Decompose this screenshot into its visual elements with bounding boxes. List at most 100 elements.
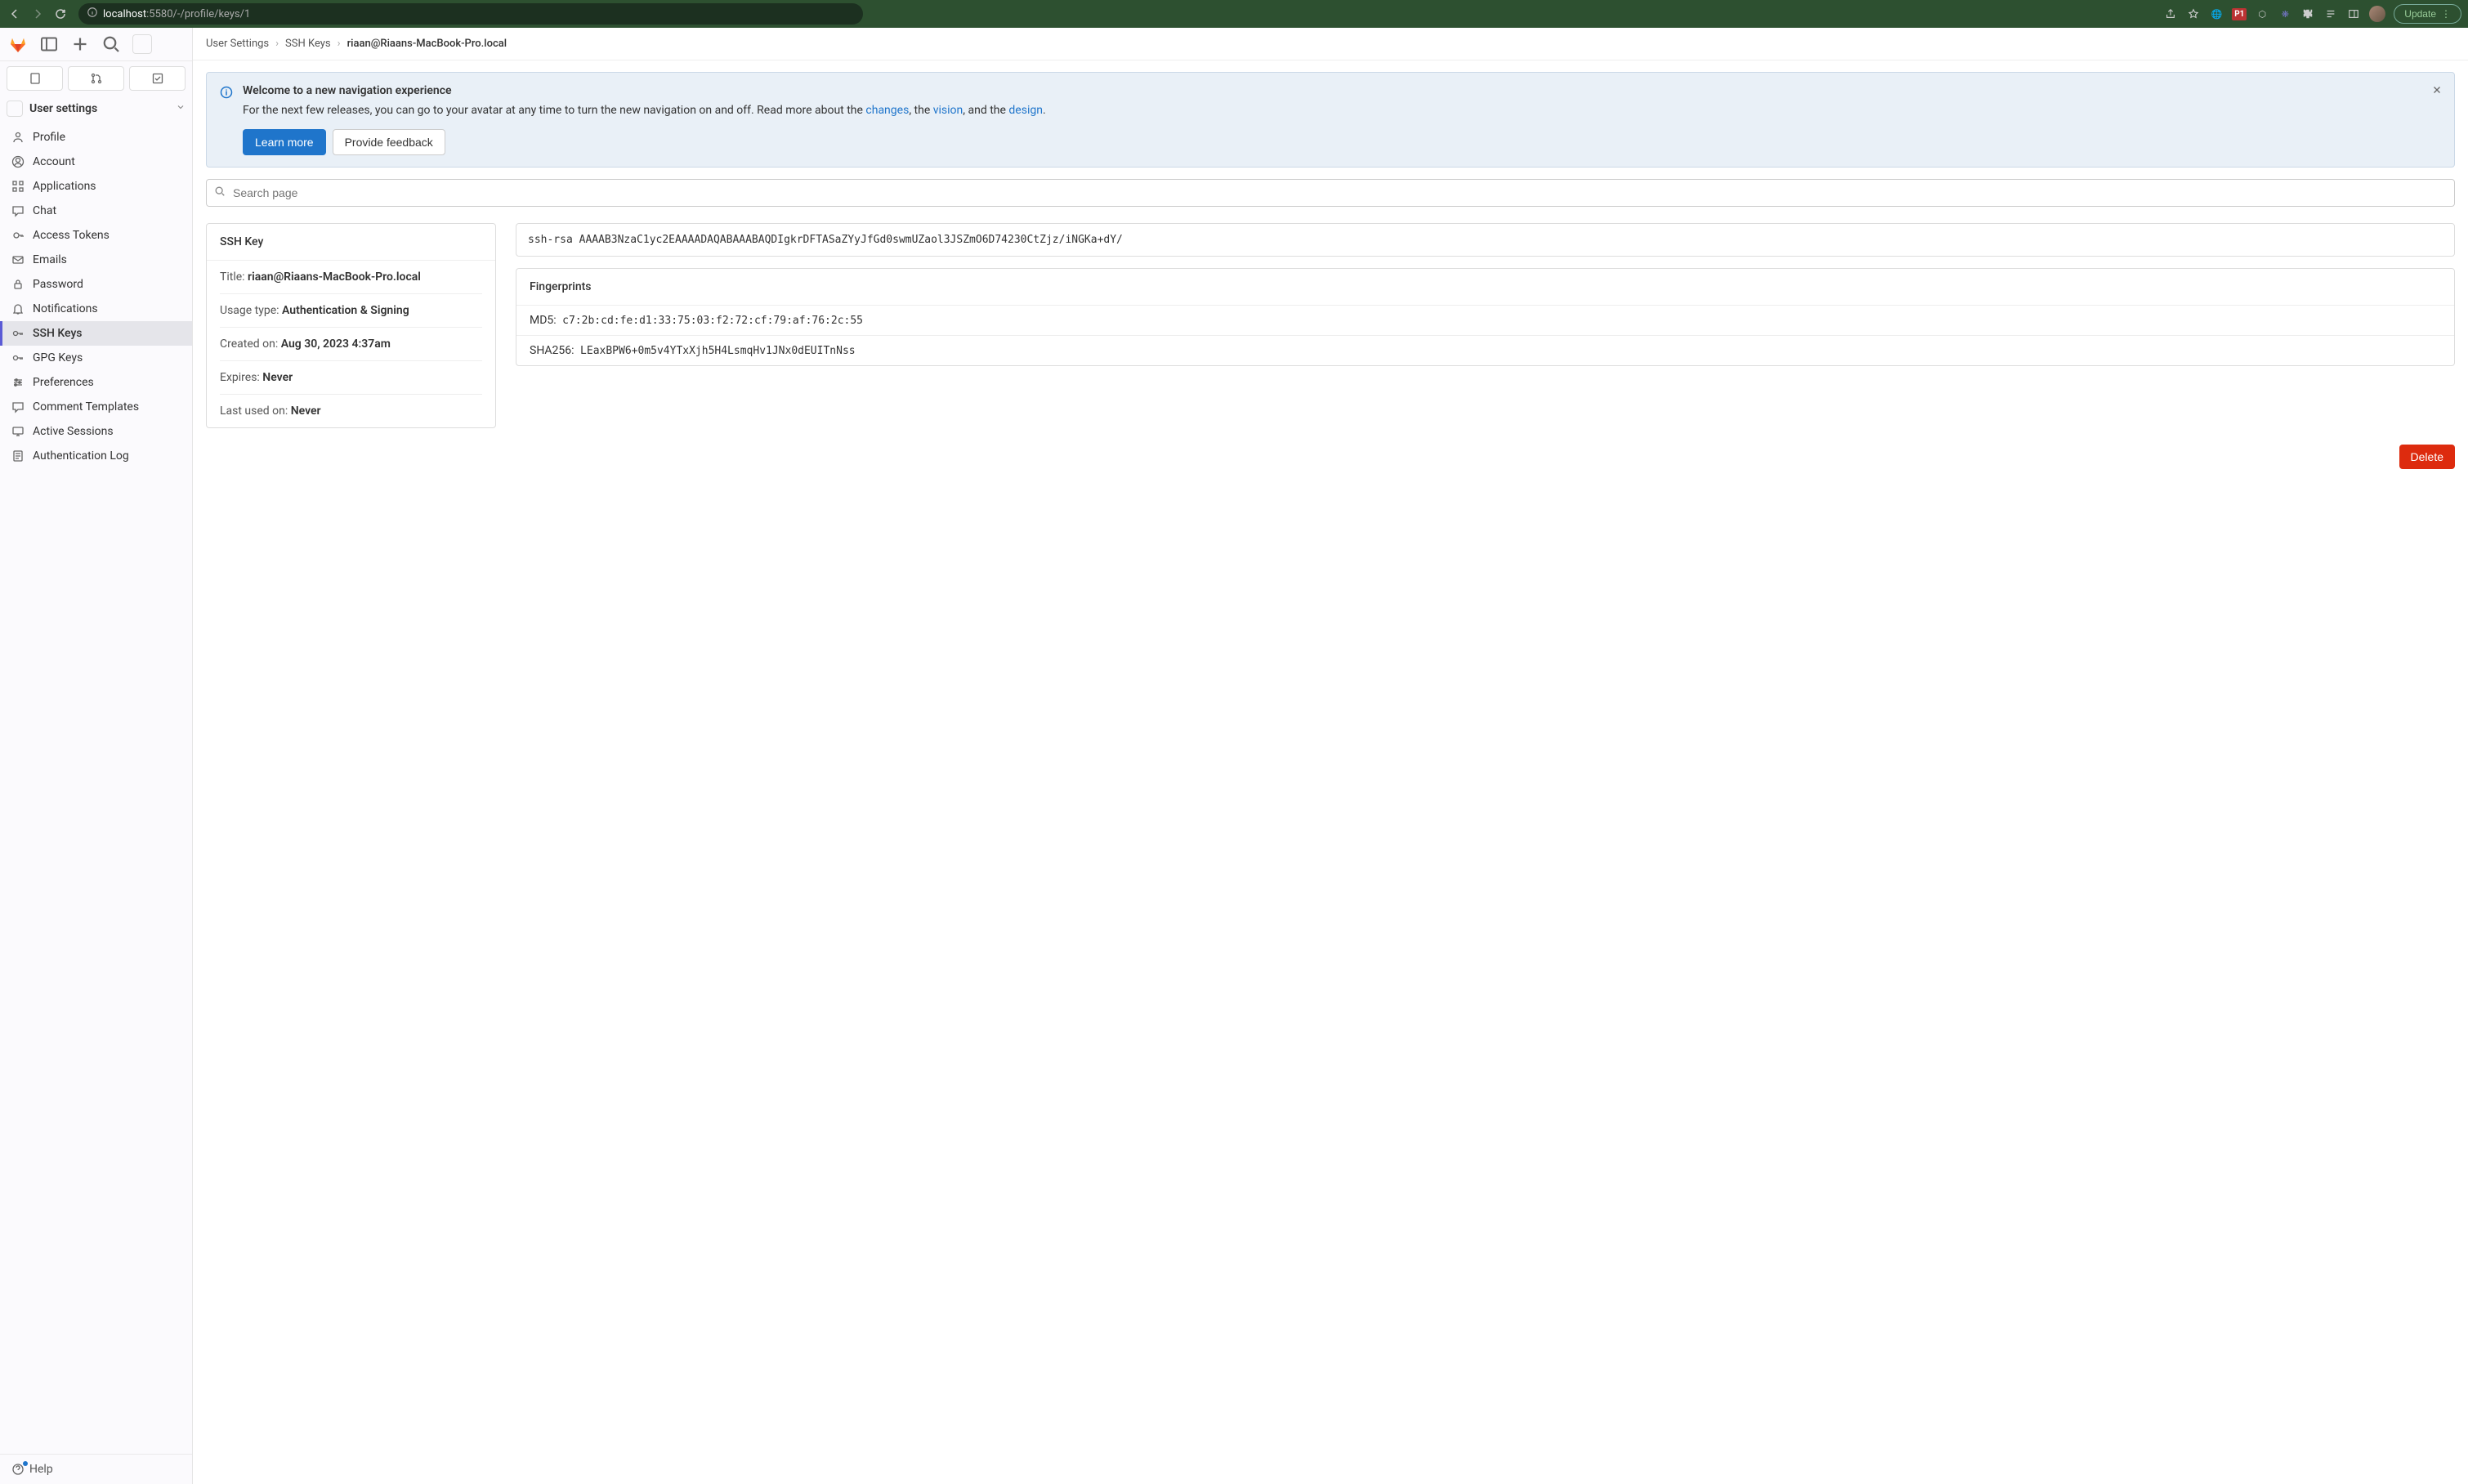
- link-changes[interactable]: changes: [865, 104, 909, 117]
- breadcrumb: User Settings › SSH Keys › riaan@Riaans-…: [193, 28, 2468, 60]
- sidebar-item-label: SSH Keys: [33, 327, 83, 340]
- sidebar-item-label: Emails: [33, 253, 67, 266]
- user-avatar[interactable]: [132, 34, 152, 54]
- sidebar-item-applications[interactable]: Applications: [0, 174, 192, 199]
- info-banner: Welcome to a new navigation experience F…: [206, 72, 2455, 168]
- sidebar-item-label: Account: [33, 155, 75, 168]
- info-icon: [87, 7, 98, 21]
- extension-icon[interactable]: 🌐: [2209, 7, 2224, 21]
- help-label: Help: [29, 1463, 53, 1476]
- close-banner-button[interactable]: [2431, 84, 2443, 99]
- help-icon: [11, 1463, 25, 1476]
- sidebar-item-account[interactable]: Account: [0, 150, 192, 174]
- search-icon[interactable]: [101, 34, 121, 54]
- sidebar-item-label: Password: [33, 278, 83, 291]
- applications-icon: [11, 180, 25, 193]
- url-bar[interactable]: localhost:5580/-/profile/keys/1: [78, 3, 863, 25]
- help-link[interactable]: Help: [0, 1454, 192, 1484]
- extension-icon[interactable]: ⬡: [2255, 7, 2269, 21]
- sidebar-item-chat[interactable]: Chat: [0, 199, 192, 223]
- banner-title: Welcome to a new navigation experience: [243, 84, 2441, 97]
- breadcrumb-current: riaan@Riaans-MacBook-Pro.local: [347, 38, 507, 50]
- url-text: localhost:5580/-/profile/keys/1: [103, 8, 250, 20]
- sidebar-item-emails[interactable]: Emails: [0, 248, 192, 272]
- sidebar-section-header[interactable]: User settings: [0, 96, 192, 122]
- todos-shortcut[interactable]: [129, 66, 186, 91]
- breadcrumb-item[interactable]: SSH Keys: [285, 38, 331, 50]
- sidebar-item-ssh[interactable]: SSH Keys: [0, 321, 192, 346]
- back-button[interactable]: [7, 6, 23, 22]
- detail-expires: Expires: Never: [220, 361, 482, 395]
- extensions-puzzle-icon[interactable]: [2300, 7, 2315, 21]
- chat-icon: [11, 204, 25, 217]
- bookmark-star-icon[interactable]: [2186, 7, 2201, 21]
- profile-avatar[interactable]: [2369, 6, 2385, 22]
- link-vision[interactable]: vision: [933, 104, 964, 117]
- gpg-icon: [11, 351, 25, 364]
- delete-button[interactable]: Delete: [2399, 445, 2455, 469]
- detail-title: Title: riaan@Riaans-MacBook-Pro.local: [220, 261, 482, 294]
- sidebar-item-label: Chat: [33, 204, 56, 217]
- reading-list-icon[interactable]: [2323, 7, 2338, 21]
- sidebar-toggle-icon[interactable]: [39, 34, 59, 54]
- extension-p1-icon[interactable]: P1: [2232, 7, 2247, 21]
- update-button[interactable]: Update⋮: [2394, 4, 2461, 24]
- sidebar-item-label: Notifications: [33, 302, 98, 315]
- sidebar-item-comment[interactable]: Comment Templates: [0, 395, 192, 419]
- comment-icon: [11, 400, 25, 413]
- sidebar-item-label: Preferences: [33, 376, 94, 389]
- ssh-icon: [11, 327, 25, 340]
- plus-icon[interactable]: [70, 34, 90, 54]
- ssh-key-details-card: SSH Key Title: riaan@Riaans-MacBook-Pro.…: [206, 223, 496, 428]
- fingerprints-header: Fingerprints: [516, 269, 2454, 306]
- fingerprints-card: Fingerprints MD5: c7:2b:cd:fe:d1:33:75:0…: [516, 268, 2455, 366]
- sidebar-item-preferences[interactable]: Preferences: [0, 370, 192, 395]
- search-page-input[interactable]: [206, 179, 2455, 207]
- sidebar-item-label: Active Sessions: [33, 425, 114, 438]
- detail-lastused: Last used on: Never: [220, 395, 482, 427]
- extension-icon[interactable]: ❋: [2278, 7, 2292, 21]
- account-icon: [11, 155, 25, 168]
- banner-text: For the next few releases, you can go to…: [243, 102, 2441, 119]
- sidebar: User settings Profile Account Applications…: [0, 28, 193, 1484]
- search-icon: [214, 186, 226, 200]
- ssh-public-key[interactable]: ssh-rsa AAAAB3NzaC1yc2EAAAADAQABAAABAQDI…: [516, 223, 2455, 257]
- sidebar-item-profile[interactable]: Profile: [0, 125, 192, 150]
- provide-feedback-button[interactable]: Provide feedback: [333, 129, 445, 155]
- gitlab-logo[interactable]: [8, 34, 28, 54]
- sidebar-item-label: Profile: [33, 131, 65, 144]
- fingerprint-md5: MD5: c7:2b:cd:fe:d1:33:75:03:f2:72:cf:79…: [516, 306, 2454, 336]
- link-design[interactable]: design: [1008, 104, 1043, 117]
- sidebar-item-label: Authentication Log: [33, 449, 129, 463]
- sidebar-item-label: Access Tokens: [33, 229, 110, 242]
- panel-icon[interactable]: [2346, 7, 2361, 21]
- detail-created: Created on: Aug 30, 2023 4:37am: [220, 328, 482, 361]
- sidebar-item-label: GPG Keys: [33, 351, 83, 364]
- reload-button[interactable]: [52, 6, 69, 22]
- card-header: SSH Key: [207, 224, 495, 261]
- breadcrumb-item[interactable]: User Settings: [206, 38, 269, 50]
- sidebar-item-gpg[interactable]: GPG Keys: [0, 346, 192, 370]
- share-icon[interactable]: [2163, 7, 2178, 21]
- learn-more-button[interactable]: Learn more: [243, 129, 326, 155]
- menu-dots-icon: ⋮: [2441, 8, 2451, 20]
- profile-icon: [11, 131, 25, 144]
- sidebar-item-sessions[interactable]: Active Sessions: [0, 419, 192, 444]
- forward-button[interactable]: [29, 6, 46, 22]
- sidebar-nav: Profile Account Applications Chat Access Tok…: [0, 122, 192, 472]
- token-icon: [11, 229, 25, 242]
- notifications-icon: [11, 302, 25, 315]
- sidebar-item-notifications[interactable]: Notifications: [0, 297, 192, 321]
- issues-shortcut[interactable]: [7, 66, 63, 91]
- section-avatar-icon: [7, 101, 23, 117]
- sidebar-item-label: Comment Templates: [33, 400, 139, 413]
- sidebar-item-label: Applications: [33, 180, 96, 193]
- sidebar-item-authlog[interactable]: Authentication Log: [0, 444, 192, 468]
- sessions-icon: [11, 425, 25, 438]
- chevron-right-icon: ›: [338, 38, 341, 50]
- sidebar-item-password[interactable]: Password: [0, 272, 192, 297]
- merge-requests-shortcut[interactable]: [68, 66, 124, 91]
- emails-icon: [11, 253, 25, 266]
- password-icon: [11, 278, 25, 291]
- sidebar-item-token[interactable]: Access Tokens: [0, 223, 192, 248]
